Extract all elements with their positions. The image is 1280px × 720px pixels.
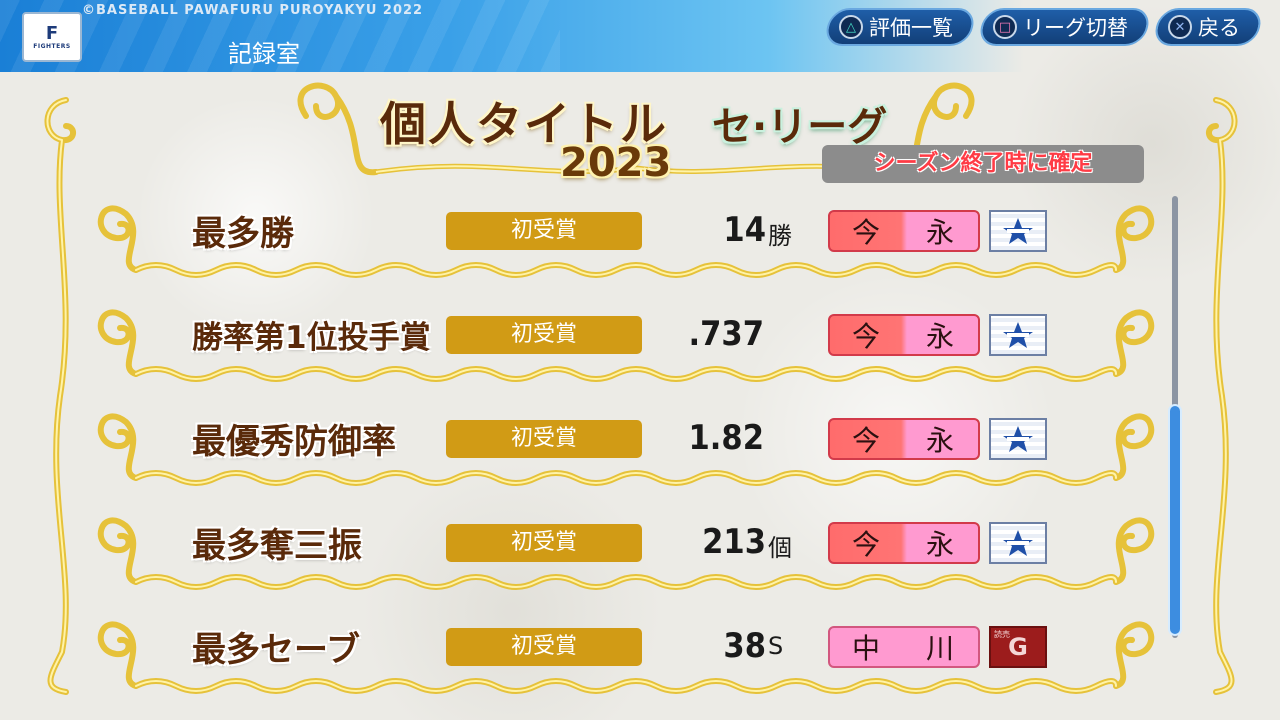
league-switch-button[interactable]: □ リーグ切替 <box>976 8 1153 46</box>
player-name-char: 永 <box>925 424 956 457</box>
evaluation-list-label: 評価一覧 <box>869 16 953 40</box>
giants-emblem-icon: 読売 G <box>989 626 1047 668</box>
player-name-char: 永 <box>925 528 956 561</box>
star-icon <box>1003 530 1033 556</box>
banner-year: 2023 <box>560 140 672 186</box>
star-icon <box>1003 218 1033 244</box>
stat-value: 14 <box>723 210 766 250</box>
triangle-button-icon: △ <box>839 15 863 39</box>
player-name-plate[interactable]: 今永 <box>828 418 980 460</box>
player-name-char: 今 <box>851 424 882 457</box>
player-name-char: 今 <box>851 528 882 561</box>
baystars-emblem-icon <box>989 210 1047 252</box>
star-icon <box>1003 426 1033 452</box>
square-button-icon: □ <box>993 15 1017 39</box>
copyright-text: ©BASEBALL PAWAFURU PUROYAKYU 2022 <box>82 3 424 18</box>
banner-league: セ·リーグ <box>712 104 888 150</box>
fighters-logo-letter: F <box>45 22 59 44</box>
league-switch-label: リーグ切替 <box>1023 16 1128 40</box>
fighters-logo: F FIGHTERS <box>22 12 82 62</box>
title-name: 最多セーブ <box>192 630 360 670</box>
header-button-bar: △ 評価一覧 □ リーグ切替 ✕ 戻る <box>822 8 1265 46</box>
back-label: 戻る <box>1198 16 1240 40</box>
stat-value: .737 <box>688 314 764 354</box>
title-row[interactable]: 最多勝 初受賞 14 勝今永 <box>0 194 1160 298</box>
title-row[interactable]: 最多セーブ 初受賞 38 S 中川 読売 G <box>0 610 1160 714</box>
evaluation-list-button[interactable]: △ 評価一覧 <box>822 8 978 46</box>
season-status-text: シーズン終了時に確定 <box>873 151 1093 176</box>
baystars-emblem-icon <box>989 522 1047 564</box>
fighters-logo-text: FIGHTERS <box>33 42 71 50</box>
award-badge: 初受賞 <box>446 524 642 562</box>
title-name: 勝率第1位投手賞 <box>192 320 431 356</box>
title-name: 最優秀防御率 <box>192 422 396 462</box>
stat-unit: 個 <box>768 534 792 562</box>
title-row[interactable]: 最優秀防御率 初受賞 1.82 今永 <box>0 402 1160 506</box>
screen-title: 記録室 <box>228 40 300 68</box>
title-name: 最多勝 <box>192 214 294 254</box>
award-badge: 初受賞 <box>446 316 642 354</box>
player-name-char: 川 <box>925 632 956 665</box>
player-name-plate[interactable]: 中川 <box>828 626 980 668</box>
stat-unit: 勝 <box>768 222 792 250</box>
stat-value: 1.82 <box>688 418 764 458</box>
star-icon <box>1003 322 1033 348</box>
right-scroll-ornament <box>1206 97 1238 695</box>
season-status-badge: シーズン終了時に確定 <box>822 145 1144 183</box>
title-row[interactable]: 最多奪三振 初受賞 213 個今永 <box>0 506 1160 610</box>
baystars-emblem-icon <box>989 314 1047 356</box>
scrollbar-thumb[interactable] <box>1168 404 1182 636</box>
stat-unit: S <box>768 632 784 660</box>
player-name-char: 永 <box>925 216 956 249</box>
player-name-plate[interactable]: 今永 <box>828 522 980 564</box>
title-name: 最多奪三振 <box>192 526 362 566</box>
player-name-char: 永 <box>925 320 956 353</box>
player-name-plate[interactable]: 今永 <box>828 210 980 252</box>
giants-sub-text: 読売 <box>994 630 1010 639</box>
player-name-char: 今 <box>851 216 882 249</box>
award-badge: 初受賞 <box>446 212 642 250</box>
giants-mark: G <box>1008 633 1028 661</box>
title-row[interactable]: 勝率第1位投手賞 初受賞 .737 今永 <box>0 298 1160 402</box>
stat-value: 38 <box>723 626 766 666</box>
baystars-emblem-icon <box>989 418 1047 460</box>
player-name-char: 今 <box>851 320 882 353</box>
award-badge: 初受賞 <box>446 628 642 666</box>
back-button[interactable]: ✕ 戻る <box>1151 8 1265 46</box>
cross-button-icon: ✕ <box>1168 15 1192 39</box>
player-name-char: 中 <box>851 632 882 665</box>
award-badge: 初受賞 <box>446 420 642 458</box>
stat-value: 213 <box>702 522 766 562</box>
player-name-plate[interactable]: 今永 <box>828 314 980 356</box>
